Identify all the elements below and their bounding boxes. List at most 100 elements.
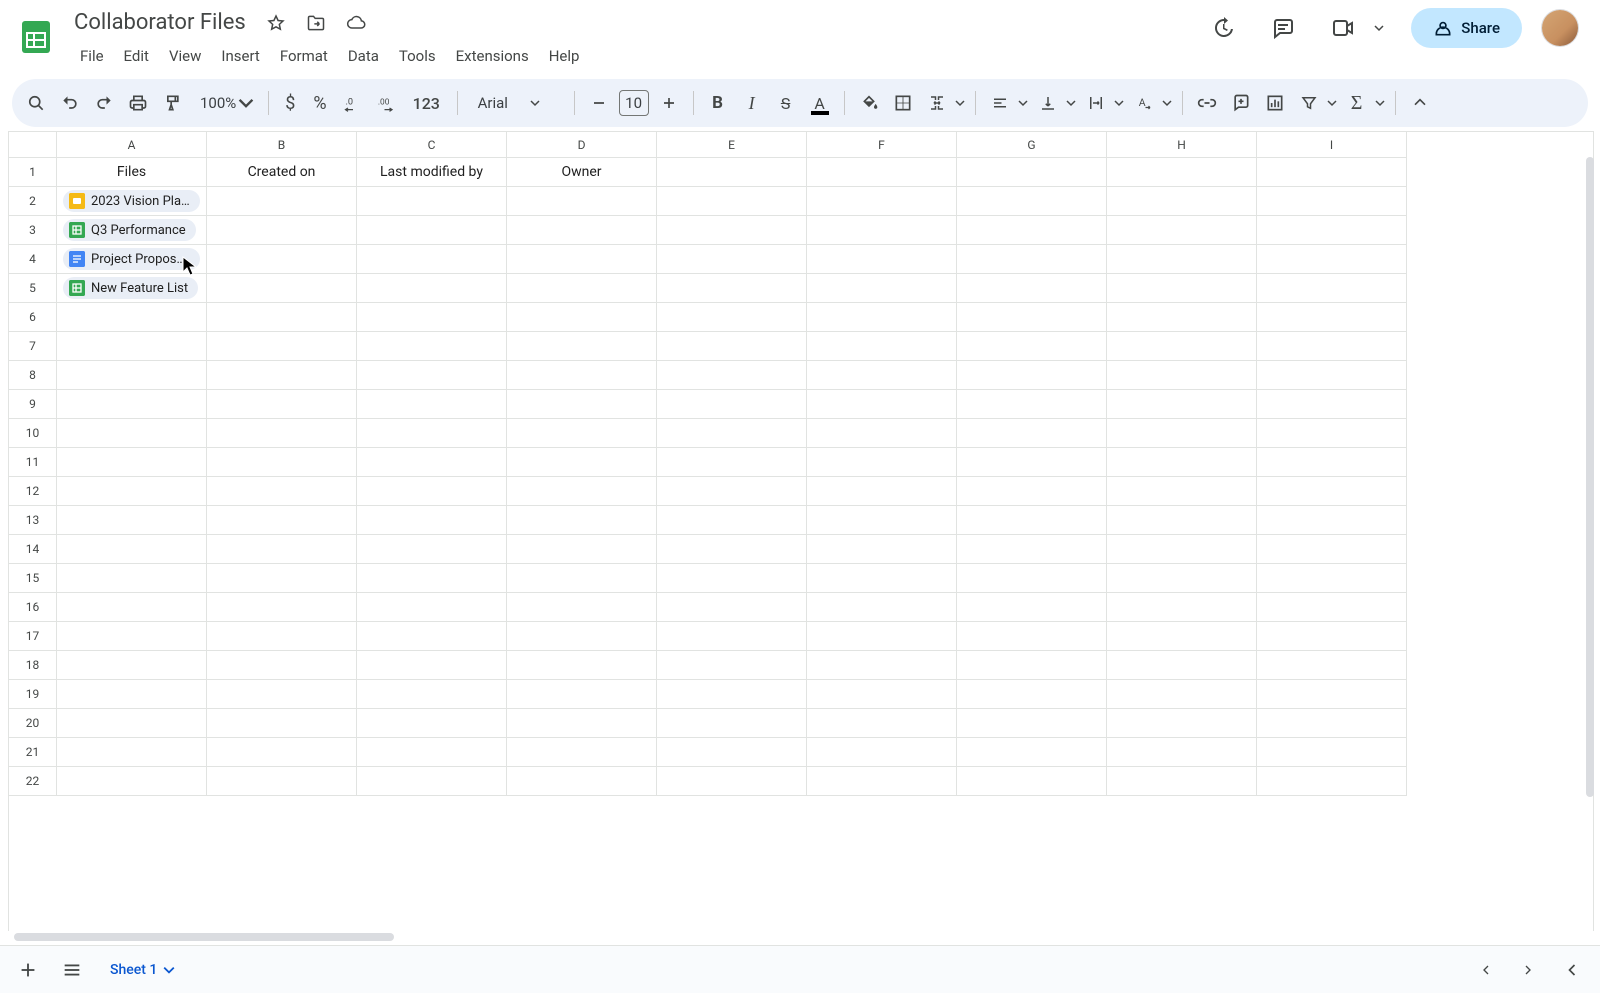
borders-button[interactable] [887, 87, 919, 119]
menu-insert[interactable]: Insert [211, 41, 269, 71]
tab-scroll-left-button[interactable] [1466, 950, 1506, 990]
cell[interactable] [657, 332, 807, 361]
cell[interactable] [657, 448, 807, 477]
merge-cells-button[interactable] [921, 87, 953, 119]
cell[interactable] [807, 680, 957, 709]
sheets-logo[interactable] [14, 8, 58, 66]
column-header[interactable]: F [807, 132, 957, 158]
cell[interactable] [507, 274, 657, 303]
cell[interactable] [1257, 419, 1407, 448]
cell[interactable] [957, 448, 1107, 477]
cell[interactable] [207, 506, 357, 535]
cell[interactable] [507, 187, 657, 216]
cell[interactable] [507, 448, 657, 477]
cell[interactable] [957, 564, 1107, 593]
cell[interactable] [207, 332, 357, 361]
cell[interactable] [57, 535, 207, 564]
all-sheets-button[interactable] [52, 950, 92, 990]
row-header[interactable]: 14 [9, 535, 57, 564]
cell[interactable] [357, 390, 507, 419]
more-formats-button[interactable]: 123 [405, 87, 449, 119]
italic-button[interactable]: I [736, 87, 768, 119]
cell[interactable] [657, 651, 807, 680]
menu-data[interactable]: Data [338, 41, 389, 71]
cell[interactable] [657, 216, 807, 245]
cell[interactable] [1107, 187, 1257, 216]
column-header[interactable]: C [357, 132, 507, 158]
cell[interactable] [807, 158, 957, 187]
horizontal-align-button[interactable] [984, 87, 1016, 119]
text-rotation-button[interactable]: A [1128, 87, 1160, 119]
cell[interactable] [1257, 216, 1407, 245]
cell[interactable] [957, 738, 1107, 767]
cell[interactable] [957, 158, 1107, 187]
valign-dropdown-icon[interactable] [1064, 98, 1078, 108]
cell[interactable] [657, 390, 807, 419]
cell[interactable] [1257, 390, 1407, 419]
search-menus-button[interactable] [20, 87, 52, 119]
font-select[interactable]: Arial [466, 94, 566, 112]
cell[interactable] [1257, 332, 1407, 361]
cell[interactable] [357, 651, 507, 680]
cell[interactable] [507, 361, 657, 390]
cell[interactable] [507, 651, 657, 680]
column-header[interactable]: H [1107, 132, 1257, 158]
cell[interactable] [57, 709, 207, 738]
cell[interactable] [657, 419, 807, 448]
cell[interactable] [207, 303, 357, 332]
file-chip[interactable]: Q3 Performance [63, 219, 196, 241]
increase-decimal-button[interactable]: .00 [371, 87, 403, 119]
row-header[interactable]: 15 [9, 564, 57, 593]
row-header[interactable]: 13 [9, 506, 57, 535]
cell[interactable] [957, 651, 1107, 680]
row-header[interactable]: 12 [9, 477, 57, 506]
paint-format-button[interactable] [156, 87, 188, 119]
cell[interactable] [57, 622, 207, 651]
cell[interactable] [357, 245, 507, 274]
cell[interactable] [807, 332, 957, 361]
cell[interactable] [807, 216, 957, 245]
text-color-button[interactable]: A [804, 87, 836, 119]
cell[interactable] [507, 216, 657, 245]
cell[interactable] [657, 593, 807, 622]
cell[interactable] [657, 622, 807, 651]
fill-color-button[interactable] [853, 87, 885, 119]
column-header[interactable]: I [1257, 132, 1407, 158]
cell[interactable] [507, 564, 657, 593]
increase-font-size-button[interactable] [653, 87, 685, 119]
cell[interactable]: Last modified by [357, 158, 507, 187]
cell[interactable] [57, 390, 207, 419]
row-header[interactable]: 22 [9, 767, 57, 796]
row-header[interactable]: 4 [9, 245, 57, 274]
cell[interactable]: Files [57, 158, 207, 187]
cell[interactable] [807, 622, 957, 651]
cell[interactable] [957, 622, 1107, 651]
cell[interactable] [207, 216, 357, 245]
cell[interactable] [1107, 651, 1257, 680]
cell[interactable] [957, 303, 1107, 332]
text-wrap-button[interactable] [1080, 87, 1112, 119]
cell[interactable]: Project Proposa... [57, 245, 207, 274]
cell[interactable] [807, 738, 957, 767]
cell[interactable]: 2023 Vision Plan... [57, 187, 207, 216]
cell[interactable] [507, 709, 657, 738]
halign-dropdown-icon[interactable] [1016, 98, 1030, 108]
cell[interactable] [957, 187, 1107, 216]
vertical-scrollbar[interactable] [1582, 157, 1594, 931]
cell[interactable] [657, 477, 807, 506]
vertical-align-button[interactable] [1032, 87, 1064, 119]
select-all-corner[interactable] [9, 132, 57, 158]
meet-dropdown-icon[interactable] [1367, 8, 1391, 48]
cell[interactable] [57, 738, 207, 767]
cell[interactable] [657, 187, 807, 216]
history-icon[interactable] [1203, 8, 1243, 48]
cell[interactable] [207, 593, 357, 622]
filter-button[interactable] [1293, 87, 1325, 119]
cell[interactable] [657, 158, 807, 187]
cell[interactable] [807, 274, 957, 303]
cell[interactable] [1257, 535, 1407, 564]
cell[interactable] [57, 564, 207, 593]
cell[interactable] [1257, 303, 1407, 332]
tab-scroll-right-button[interactable] [1508, 950, 1548, 990]
cell[interactable] [57, 303, 207, 332]
